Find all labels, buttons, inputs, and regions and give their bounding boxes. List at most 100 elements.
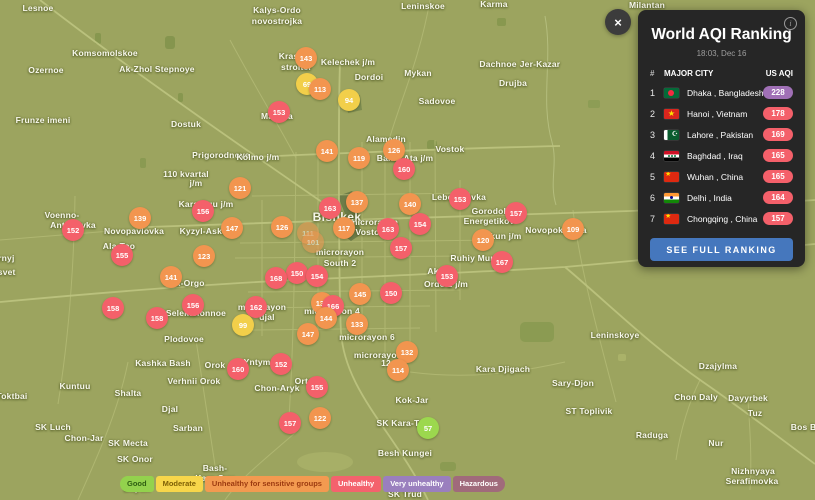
panel-title: World AQI Ranking — [651, 26, 792, 43]
aqi-map-canvas[interactable]: Lesnoe Kalys-Ordo novostrojka Komsomolskoe O… — [0, 0, 815, 500]
city-name: Hanoi , Vietnam — [687, 108, 748, 119]
aqi-station-marker[interactable]: 150 — [380, 282, 402, 304]
legend-item: Moderate — [155, 476, 203, 492]
aqi-station-marker[interactable]: 113 — [309, 78, 331, 100]
aqi-station-marker[interactable]: 144 — [315, 307, 337, 329]
aqi-station-marker[interactable]: 57 — [417, 417, 439, 439]
city-name: Baghdad , Iraq — [687, 150, 743, 161]
legend-item: Unhealthy — [330, 476, 382, 492]
ranking-table-header: # MAJOR CITY US AQI — [638, 69, 805, 78]
aqi-station-marker[interactable]: 154 — [306, 265, 328, 287]
column-major-city: MAJOR CITY — [664, 69, 714, 78]
ranking-row[interactable]: 5 ★ Wuhan , China 165 — [638, 166, 805, 187]
aqi-station-marker[interactable]: 99 — [232, 314, 254, 336]
aqi-station-marker[interactable]: 160 — [227, 358, 249, 380]
aqi-station-marker[interactable]: 121 — [229, 177, 251, 199]
aqi-station-marker[interactable]: 153 — [436, 265, 458, 287]
aqi-station-marker[interactable]: 150 — [286, 262, 308, 284]
info-icon[interactable]: i — [784, 17, 797, 30]
ranking-row[interactable]: 1 Dhaka , Bangladesh 228 — [638, 82, 805, 103]
rank-number: 3 — [650, 129, 656, 140]
aqi-station-marker[interactable]: 126 — [271, 216, 293, 238]
aqi-station-marker[interactable]: 155 — [306, 376, 328, 398]
aqi-station-marker[interactable]: 145 — [349, 283, 371, 305]
aqi-station-marker[interactable]: 141 — [316, 140, 338, 162]
ranking-row[interactable]: 2 ★ Hanoi , Vietnam 178 — [638, 103, 805, 124]
aqi-station-marker[interactable]: 163 — [319, 197, 341, 219]
flag-china-icon: ★ — [664, 171, 679, 182]
aqi-station-marker[interactable]: 154 — [409, 213, 431, 235]
flag-bangladesh-icon — [664, 87, 679, 98]
aqi-station-marker[interactable]: 158 — [102, 297, 124, 319]
close-icon: × — [614, 14, 622, 30]
flag-china-icon: ★ — [664, 213, 679, 224]
aqi-station-marker[interactable]: 120 — [472, 229, 494, 251]
aqi-station-marker[interactable]: 143 — [295, 47, 317, 69]
ranking-row[interactable]: 6 Delhi , India 164 — [638, 187, 805, 208]
rank-number: 7 — [650, 213, 656, 224]
aqi-station-marker[interactable]: 160 — [393, 158, 415, 180]
flag-iraq-icon — [664, 150, 679, 161]
aqi-value-pill: 178 — [763, 107, 793, 120]
aqi-station-marker[interactable]: 152 — [62, 219, 84, 241]
aqi-station-marker[interactable]: 156 — [192, 200, 214, 222]
aqi-station-marker[interactable]: 163 — [377, 218, 399, 240]
aqi-value-pill: 169 — [763, 128, 793, 141]
city-name: Dhaka , Bangladesh — [687, 87, 763, 98]
aqi-station-marker[interactable]: 123 — [193, 245, 215, 267]
ranking-row[interactable]: 4 Baghdad , Iraq 165 — [638, 145, 805, 166]
panel-timestamp: 18:03, Dec 16 — [696, 49, 747, 58]
aqi-value-pill: 157 — [763, 212, 793, 225]
city-name: Delhi , India — [687, 192, 732, 203]
aqi-station-marker[interactable]: 157 — [390, 237, 412, 259]
aqi-station-marker[interactable]: 157 — [505, 202, 527, 224]
aqi-station-marker[interactable]: 117 — [333, 217, 355, 239]
aqi-station-marker[interactable]: 133 — [346, 313, 368, 335]
see-full-ranking-button[interactable]: SEE FULL RANKING — [650, 238, 793, 261]
flag-pakistan-icon: ☪ — [664, 129, 679, 140]
aqi-station-marker[interactable]: 147 — [297, 323, 319, 345]
aqi-station-marker[interactable]: 141 — [160, 266, 182, 288]
aqi-station-marker[interactable]: 167 — [491, 251, 513, 273]
aqi-value-pill: 165 — [763, 170, 793, 183]
ranking-row[interactable]: 3 ☪ Lahore , Pakistan 169 — [638, 124, 805, 145]
aqi-station-marker[interactable]: 152 — [270, 353, 292, 375]
rank-number: 4 — [650, 150, 656, 161]
aqi-station-marker[interactable]: 157 — [279, 412, 301, 434]
legend-item: Good — [120, 476, 154, 492]
aqi-station-marker[interactable]: 101 — [302, 231, 324, 253]
aqi-station-marker[interactable]: 140 — [399, 193, 421, 215]
flag-india-icon — [664, 192, 679, 203]
aqi-station-marker[interactable]: 94 — [338, 89, 360, 111]
ranking-row[interactable]: 7 ★ Chongqing , China 157 — [638, 208, 805, 229]
city-name: Lahore , Pakistan — [687, 129, 754, 140]
aqi-station-marker[interactable]: 114 — [387, 359, 409, 381]
aqi-station-marker[interactable]: 153 — [268, 101, 290, 123]
close-panel-button[interactable]: × — [605, 9, 631, 35]
legend-item: Hazardous — [452, 476, 505, 492]
aqi-station-marker[interactable]: 158 — [146, 307, 168, 329]
rank-number: 6 — [650, 192, 656, 203]
world-aqi-ranking-panel: i World AQI Ranking 18:03, Dec 16 # MAJO… — [638, 10, 805, 267]
rank-number: 1 — [650, 87, 656, 98]
legend-item: Unhealthy for sensitive groups — [204, 476, 329, 492]
aqi-station-marker[interactable]: 109 — [562, 218, 584, 240]
aqi-value-pill: 164 — [763, 191, 793, 204]
city-name: Wuhan , China — [687, 171, 744, 182]
aqi-station-marker[interactable]: 155 — [111, 244, 133, 266]
aqi-station-marker[interactable]: 168 — [265, 267, 287, 289]
aqi-value-pill: 165 — [763, 149, 793, 162]
flag-vietnam-icon: ★ — [664, 108, 679, 119]
aqi-station-marker[interactable]: 153 — [449, 188, 471, 210]
city-name: Chongqing , China — [687, 213, 758, 224]
aqi-station-marker[interactable]: 139 — [129, 207, 151, 229]
aqi-station-marker[interactable]: 147 — [221, 217, 243, 239]
aqi-station-marker[interactable]: 156 — [182, 294, 204, 316]
column-rank: # — [650, 69, 655, 78]
aqi-station-marker[interactable]: 119 — [348, 147, 370, 169]
aqi-station-marker[interactable]: 122 — [309, 407, 331, 429]
aqi-station-marker[interactable]: 137 — [346, 191, 368, 213]
legend-item: Very unhealthy — [383, 476, 451, 492]
ranking-rows: 1 Dhaka , Bangladesh 228 2 ★ Hanoi , Vietnam 1… — [638, 82, 805, 229]
aqi-scale-legend: Good Moderate Unhealthy for sensitive grou… — [120, 476, 505, 492]
